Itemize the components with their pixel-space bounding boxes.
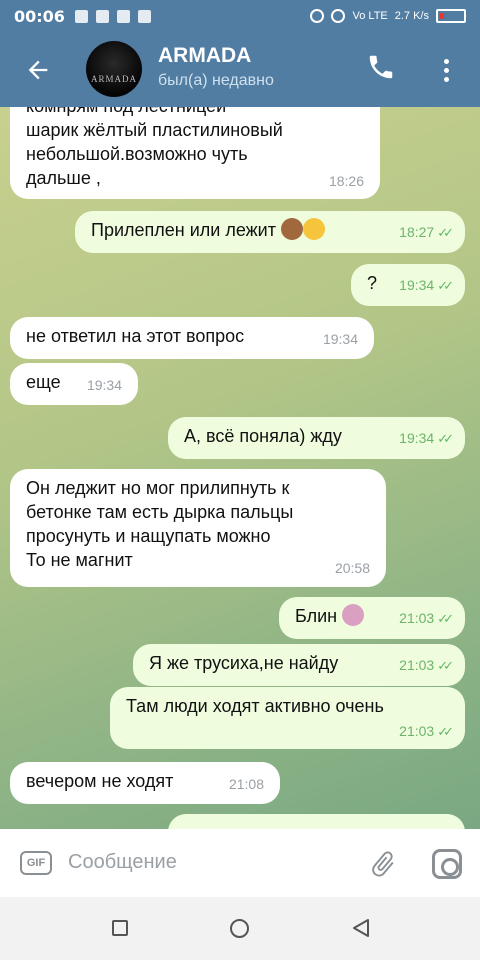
message-outgoing-partial[interactable] xyxy=(168,814,465,829)
chat-status: был(а) недавно xyxy=(158,72,274,89)
dot-icon xyxy=(443,76,449,82)
camera-button[interactable] xyxy=(432,849,462,879)
message-outgoing[interactable]: Там люди ходят активно очень 21:03 ✓✓ xyxy=(110,687,465,749)
message-time: 21:03 xyxy=(399,610,435,626)
message-input[interactable]: Сообщение xyxy=(68,851,177,874)
message-line: бетонке там есть дырка пальцы xyxy=(26,502,294,522)
double-check-icon: ✓✓ xyxy=(437,278,454,293)
system-navigation-bar xyxy=(0,897,480,960)
message-outgoing[interactable]: Блин 21:03 ✓✓ xyxy=(279,597,465,639)
message-meta: 21:03 ✓✓ xyxy=(399,606,454,631)
message-line: Он леджит но мог прилипнуть к xyxy=(26,478,290,498)
message-incoming[interactable]: еще 19:34 xyxy=(10,363,138,405)
message-time: 20:58 xyxy=(334,560,370,576)
chat-title-block[interactable]: ARMADA был(а) недавно xyxy=(158,44,274,90)
message-text: еще xyxy=(26,372,61,392)
message-text: ? xyxy=(367,273,378,293)
battery-icon xyxy=(436,9,466,23)
avatar-label: ARMADA xyxy=(90,74,137,84)
paperclip-icon xyxy=(372,851,394,877)
message-line: комнрям под лестницей xyxy=(26,107,364,118)
message-outgoing[interactable]: ? 19:34 ✓✓ xyxy=(351,264,465,306)
message-meta: 21:03 ✓✓ xyxy=(399,719,454,744)
message-composer: GIF Сообщение xyxy=(0,829,480,897)
chat-title: ARMADA xyxy=(158,44,252,67)
message-text: вечером не ходят xyxy=(26,771,174,791)
message-incoming[interactable]: комнрям под лестницей шарик жёлтый пласт… xyxy=(10,107,380,199)
gif-button[interactable]: GIF xyxy=(20,851,52,875)
dot-icon xyxy=(443,67,449,73)
see-no-evil-monkey-icon xyxy=(281,218,303,240)
recents-button[interactable] xyxy=(112,920,128,936)
phone-icon xyxy=(369,55,393,79)
avatar[interactable]: ARMADA xyxy=(86,41,142,97)
status-bar: 00:06 Vo LTE 2.7 K/s xyxy=(0,0,480,32)
notification-icons xyxy=(74,9,151,23)
message-time: 19:34 xyxy=(322,331,358,347)
message-time: 18:26 xyxy=(328,173,364,189)
notification-icon xyxy=(137,9,151,23)
message-incoming[interactable]: не ответил на этот вопрос 19:34 xyxy=(10,317,374,359)
double-check-icon: ✓✓ xyxy=(437,431,454,446)
speed-label: 2.7 K/s xyxy=(394,10,429,22)
message-meta: 19:34 ✓✓ xyxy=(399,426,454,451)
notification-icon xyxy=(95,9,109,23)
message-time: 19:34 xyxy=(399,277,435,293)
message-text: А, всё поняла) жду xyxy=(184,426,342,446)
message-meta: 18:27 ✓✓ xyxy=(399,220,454,245)
status-time: 00:06 xyxy=(14,6,65,26)
message-meta: 21:03 ✓✓ xyxy=(399,653,454,678)
message-outgoing[interactable]: Прилеплен или лежит 18:27 ✓✓ xyxy=(75,211,465,253)
message-text: Прилеплен или лежит xyxy=(91,220,276,240)
message-text: Блин xyxy=(295,606,338,626)
message-text: не ответил на этот вопрос xyxy=(26,326,245,346)
message-time: 18:27 xyxy=(399,224,435,240)
network-label: Vo LTE xyxy=(352,10,388,22)
mute-icon xyxy=(310,9,325,23)
message-line: просунуть и нащупать можно xyxy=(26,526,271,546)
message-incoming[interactable]: Он леджит но мог прилипнуть к бетонке та… xyxy=(10,469,386,587)
message-time: 19:34 xyxy=(399,430,435,446)
double-check-icon: ✓✓ xyxy=(437,658,454,673)
message-line: небольшой.возможно чуть xyxy=(26,144,248,164)
message-line: дальше , xyxy=(26,168,101,188)
notification-icon xyxy=(74,9,88,23)
message-time: 21:03 xyxy=(399,723,435,739)
double-check-icon: ✓✓ xyxy=(437,724,454,739)
message-time: 21:08 xyxy=(228,776,264,792)
more-menu-button[interactable] xyxy=(428,52,464,88)
notification-icon xyxy=(116,9,130,23)
message-text: Я же трусиха,не найду xyxy=(149,653,339,673)
message-line: шарик жёлтый пластилиновый xyxy=(26,120,283,140)
double-check-icon: ✓✓ xyxy=(437,611,454,626)
home-button[interactable] xyxy=(230,919,249,938)
chat-header: ARMADA ARMADA был(а) недавно xyxy=(0,32,480,107)
double-check-icon: ✓✓ xyxy=(437,225,454,240)
message-line: То не магнит xyxy=(26,550,133,570)
message-list[interactable]: комнрям под лестницей шарик жёлтый пласт… xyxy=(0,107,480,829)
woman-facepalming-icon xyxy=(342,604,365,626)
back-button[interactable] xyxy=(0,32,76,107)
dot-icon xyxy=(443,58,449,64)
message-outgoing[interactable]: А, всё поняла) жду 19:34 ✓✓ xyxy=(168,417,465,459)
back-triangle-icon[interactable] xyxy=(350,917,372,939)
laughing-face-icon xyxy=(303,218,325,240)
message-meta: 19:34 ✓✓ xyxy=(399,273,454,298)
system-icons: Vo LTE 2.7 K/s xyxy=(310,9,466,23)
arrow-left-icon xyxy=(28,60,48,79)
attach-button[interactable] xyxy=(368,849,398,879)
message-outgoing[interactable]: Я же трусиха,не найду 21:03 ✓✓ xyxy=(133,644,465,686)
call-button[interactable] xyxy=(366,52,402,88)
alarm-icon xyxy=(331,9,346,23)
message-time: 19:34 xyxy=(86,377,122,393)
message-incoming[interactable]: вечером не ходят 21:08 xyxy=(10,762,280,804)
message-time: 21:03 xyxy=(399,657,435,673)
message-text: Там люди ходят активно очень xyxy=(126,696,384,716)
